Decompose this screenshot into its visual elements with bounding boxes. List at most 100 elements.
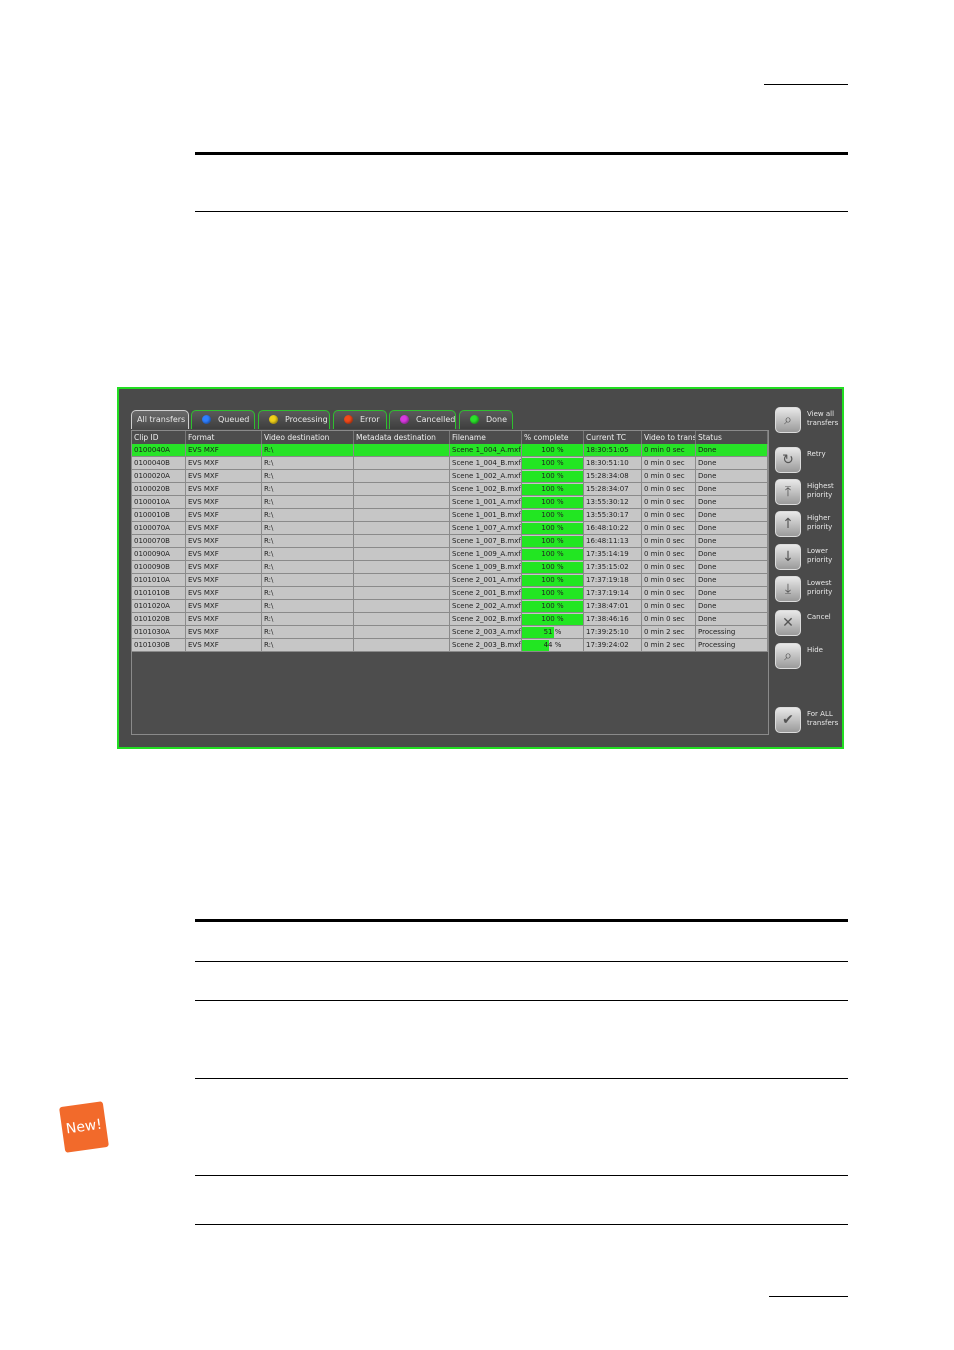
cell-tc: 17:39:24:02 [584, 639, 642, 652]
table-row[interactable]: 0100040A EVS MXF R:\ Scene 1_004_A.mxf 100 %… [132, 444, 768, 457]
percent-complete-cell: 100 % [522, 522, 584, 535]
lower-priority-icon[interactable]: ↓ [775, 544, 801, 570]
cell-clip-id: 0101030B [132, 639, 186, 652]
column-header[interactable]: Filename [450, 431, 522, 444]
magnifier-icon[interactable]: ⌕ [775, 407, 801, 433]
percent-label: 44 % [543, 641, 562, 649]
lowest-priority-button[interactable]: ⤓ Lowest priority [775, 576, 842, 606]
cell-status: Done [696, 496, 768, 509]
cell-clip-id: 0100040B [132, 457, 186, 470]
column-header[interactable]: Metadata destination [354, 431, 450, 444]
tab-label: Queued [218, 415, 250, 424]
cell-clip-id: 0101010A [132, 574, 186, 587]
percent-label: 100 % [541, 446, 564, 454]
column-header[interactable]: Status [696, 431, 768, 444]
cell-tc: 13:55:30:12 [584, 496, 642, 509]
table-row[interactable]: 0100040B EVS MXF R:\ Scene 1_004_B.mxf 100 %… [132, 457, 768, 470]
cell-tc: 15:28:34:07 [584, 483, 642, 496]
cell-meta-dest [354, 522, 450, 535]
table-row[interactable]: 0100010B EVS MXF R:\ Scene 1_001_B.mxf 100 %… [132, 509, 768, 522]
cell-meta-dest [354, 496, 450, 509]
table-row[interactable]: 0101030A EVS MXF R:\ Scene 2_003_A.mxf 51 % 1… [132, 626, 768, 639]
for-all-transfers-button[interactable]: ✔ For ALL transfers [775, 707, 842, 737]
table-row[interactable]: 0101020A EVS MXF R:\ Scene 2_002_A.mxf 100 %… [132, 600, 768, 613]
column-header[interactable]: Format [186, 431, 262, 444]
percent-complete-cell: 100 % [522, 561, 584, 574]
lowest-priority-icon[interactable]: ⤓ [775, 576, 801, 602]
column-header[interactable]: % complete [522, 431, 584, 444]
cell-status: Done [696, 483, 768, 496]
percent-label: 100 % [541, 524, 564, 532]
table-row[interactable]: 0100020A EVS MXF R:\ Scene 1_002_A.mxf 100 %… [132, 470, 768, 483]
cell-tc: 18:30:51:05 [584, 444, 642, 457]
tab-label: Processing [285, 415, 328, 424]
table-row[interactable]: 0100090A EVS MXF R:\ Scene 1_009_A.mxf 100 %… [132, 548, 768, 561]
cell-format: EVS MXF [186, 496, 262, 509]
tab-all-transfers[interactable]: All transfers [131, 410, 189, 429]
table-row[interactable]: 0100020B EVS MXF R:\ Scene 1_002_B.mxf 100 %… [132, 483, 768, 496]
cell-tc: 17:39:25:10 [584, 626, 642, 639]
tab-done[interactable]: Done [459, 410, 513, 429]
cell-meta-dest [354, 509, 450, 522]
table-row[interactable]: 0100090B EVS MXF R:\ Scene 1_009_B.mxf 100 %… [132, 561, 768, 574]
cell-tc: 17:37:19:18 [584, 574, 642, 587]
table-row[interactable]: 0100010A EVS MXF R:\ Scene 1_001_A.mxf 100 %… [132, 496, 768, 509]
tab-cancelled[interactable]: Cancelled [389, 410, 456, 429]
percent-complete-cell: 100 % [522, 600, 584, 613]
cell-video-dest: R:\ [262, 587, 354, 600]
column-header[interactable]: Video to transf [642, 431, 696, 444]
cell-format: EVS MXF [186, 457, 262, 470]
cell-tc: 17:35:14:19 [584, 548, 642, 561]
column-header[interactable]: Video destination [262, 431, 354, 444]
cell-video-dest: R:\ [262, 522, 354, 535]
table-rule [195, 961, 848, 962]
cell-status: Done [696, 600, 768, 613]
table-row[interactable]: 0101010B EVS MXF R:\ Scene 2_001_B.mxf 100 %… [132, 587, 768, 600]
tab-error[interactable]: Error [333, 410, 387, 429]
cell-format: EVS MXF [186, 639, 262, 652]
retry-button[interactable]: ↻ Retry [775, 447, 842, 477]
table-row[interactable]: 0101030B EVS MXF R:\ Scene 2_003_B.mxf 44 % 1… [132, 639, 768, 652]
view-all-transfers-button[interactable]: ⌕ View all transfers [775, 407, 842, 437]
cell-clip-id: 0100020B [132, 483, 186, 496]
higher-priority-icon[interactable]: ↑ [775, 511, 801, 537]
cell-video-dest: R:\ [262, 457, 354, 470]
cell-tc: 17:37:19:14 [584, 587, 642, 600]
cell-status: Done [696, 561, 768, 574]
table-row[interactable]: 0101020B EVS MXF R:\ Scene 2_002_B.mxf 100 %… [132, 613, 768, 626]
cell-meta-dest [354, 444, 450, 457]
cell-meta-dest [354, 483, 450, 496]
lower-priority-button[interactable]: ↓ Lower priority [775, 544, 842, 574]
tab-label: Done [486, 415, 508, 424]
cell-tc: 17:35:15:02 [584, 561, 642, 574]
cell-tc: 18:30:51:10 [584, 457, 642, 470]
table-row[interactable]: 0100070A EVS MXF R:\ Scene 1_007_A.mxf 100 %… [132, 522, 768, 535]
higher-priority-button[interactable]: ↑ Higher priority [775, 511, 842, 541]
tab-processing[interactable]: Processing [258, 410, 330, 429]
table-header: Clip ID Format Video destination Metadata d… [132, 431, 768, 444]
highest-priority-icon[interactable]: ⤒ [775, 479, 801, 505]
column-header[interactable]: Current TC [584, 431, 642, 444]
percent-label: 100 % [541, 589, 564, 597]
table-row[interactable]: 0100070B EVS MXF R:\ Scene 1_007_B.mxf 100 %… [132, 535, 768, 548]
button-label: Highest priority [807, 482, 834, 499]
hide-button[interactable]: ⌕ Hide [775, 643, 842, 673]
cell-video-to-transfer: 0 min 0 sec [642, 561, 696, 574]
tab-queued[interactable]: Queued [191, 410, 255, 429]
cell-video-to-transfer: 0 min 2 sec [642, 626, 696, 639]
cell-format: EVS MXF [186, 613, 262, 626]
cancel-icon[interactable]: ✕ [775, 610, 801, 636]
cancel-button[interactable]: ✕ Cancel [775, 610, 842, 640]
column-header[interactable]: Clip ID [132, 431, 186, 444]
tab-label: All transfers [137, 415, 186, 424]
cell-format: EVS MXF [186, 600, 262, 613]
hide-icon[interactable]: ⌕ [775, 643, 801, 669]
highest-priority-button[interactable]: ⤒ Highest priority [775, 479, 842, 509]
table-row[interactable]: 0101010A EVS MXF R:\ Scene 2_001_A.mxf 100 %… [132, 574, 768, 587]
retry-icon[interactable]: ↻ [775, 447, 801, 473]
check-icon[interactable]: ✔ [775, 707, 801, 733]
cell-filename: Scene 2_003_B.mxf [450, 639, 522, 652]
percent-complete-cell: 100 % [522, 587, 584, 600]
cell-tc: 16:48:11:13 [584, 535, 642, 548]
cell-format: EVS MXF [186, 561, 262, 574]
